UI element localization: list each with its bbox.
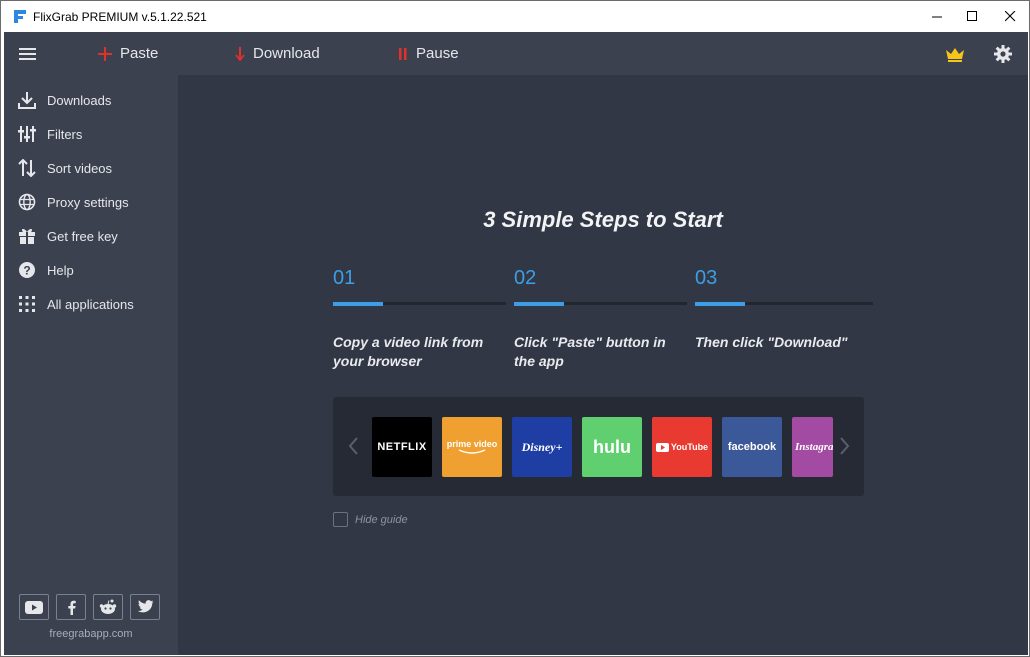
pause-button[interactable]: Pause xyxy=(398,32,459,75)
gift-icon xyxy=(19,228,35,244)
grid-icon xyxy=(19,296,35,312)
menu-button[interactable] xyxy=(17,32,37,75)
step-description: Copy a video link from your browser xyxy=(333,334,484,369)
hide-guide-checkbox[interactable]: Hide guide xyxy=(333,512,408,527)
service-tile-netflix[interactable]: NETFLIX xyxy=(372,417,432,477)
services-carousel: NETFLIX prime video Disney+ hulu YouTube xyxy=(333,397,864,496)
service-name: prime video xyxy=(446,439,498,449)
chevron-right-icon[interactable] xyxy=(838,435,852,457)
main-panel: 3 Simple Steps to Start 01 02 03 Copy a … xyxy=(178,75,1028,655)
step-number: 01 xyxy=(333,267,356,289)
settings-button[interactable] xyxy=(994,32,1012,75)
youtube-link[interactable] xyxy=(19,594,49,620)
paste-button[interactable]: Paste xyxy=(98,32,158,75)
service-tile-youtube[interactable]: YouTube xyxy=(652,417,712,477)
service-name: Disney+ xyxy=(521,439,563,454)
sidebar-item-label: Downloads xyxy=(47,93,112,108)
close-icon xyxy=(1004,11,1015,22)
sidebar-item-downloads[interactable]: Downloads xyxy=(4,84,178,114)
premium-button[interactable] xyxy=(945,32,965,75)
step-number: 03 xyxy=(695,267,718,289)
paste-label: Paste xyxy=(120,45,159,62)
sidebar-item-get-free-key[interactable]: Get free key xyxy=(4,220,178,250)
twitter-icon xyxy=(137,600,153,613)
sidebar-item-sort-videos[interactable]: Sort videos xyxy=(4,152,178,182)
youtube-play-icon xyxy=(655,442,669,452)
step-progress-fill xyxy=(514,302,564,306)
download-button[interactable]: Download xyxy=(235,32,320,75)
reddit-link[interactable] xyxy=(93,594,123,620)
service-tile-instagram[interactable]: Instagram xyxy=(792,417,833,477)
step-description: Click "Paste" button in the app xyxy=(514,334,666,369)
step-progress-fill xyxy=(333,302,383,306)
sidebar-item-label: Help xyxy=(47,263,74,278)
smile-arrow-icon xyxy=(458,449,486,454)
facebook-icon xyxy=(67,600,76,615)
pause-label: Pause xyxy=(416,45,459,62)
sidebar-item-label: All applications xyxy=(47,297,134,312)
globe-icon xyxy=(18,193,36,211)
svg-text:?: ? xyxy=(23,264,30,278)
service-name: Instagram xyxy=(795,441,833,453)
sidebar-item-help[interactable]: ? Help xyxy=(4,254,178,284)
app-window: FlixGrab PREMIUM v.5.1.22.521 Paste Down… xyxy=(0,0,1030,657)
checkbox-box[interactable] xyxy=(333,512,348,527)
service-tile-prime-video[interactable]: prime video xyxy=(442,417,502,477)
minimize-icon xyxy=(931,16,942,18)
service-tile-facebook[interactable]: facebook xyxy=(722,417,782,477)
guide-heading: 3 Simple Steps to Start xyxy=(483,207,723,232)
reddit-icon xyxy=(99,599,117,614)
app-logo-icon xyxy=(14,10,26,23)
sidebar-item-filters[interactable]: Filters xyxy=(4,118,178,148)
service-name: NETFLIX xyxy=(377,441,427,453)
sidebar-item-label: Get free key xyxy=(47,229,118,244)
sidebar-item-label: Sort videos xyxy=(47,161,113,176)
facebook-link[interactable] xyxy=(56,594,86,620)
step-progress-fill xyxy=(695,302,745,306)
download-icon xyxy=(18,92,36,109)
sidebar-item-label: Proxy settings xyxy=(47,195,129,210)
sort-icon xyxy=(18,159,36,177)
service-name: hulu xyxy=(593,436,631,457)
pause-icon xyxy=(399,47,407,60)
twitter-link[interactable] xyxy=(130,594,160,620)
crown-icon xyxy=(946,47,964,62)
service-tile-hulu[interactable]: hulu xyxy=(582,417,642,477)
title-bar: FlixGrab PREMIUM v.5.1.22.521 xyxy=(1,1,1029,32)
sidebar-item-proxy-settings[interactable]: Proxy settings xyxy=(4,186,178,216)
service-tile-disney-plus[interactable]: Disney+ xyxy=(512,417,572,477)
minimize-button[interactable] xyxy=(918,1,956,32)
toolbar: Paste Download Pause xyxy=(4,32,1028,75)
maximize-icon xyxy=(966,11,977,21)
hamburger-icon xyxy=(19,47,36,60)
download-label: Download xyxy=(253,45,320,62)
chevron-left-icon[interactable] xyxy=(346,435,360,457)
close-button[interactable] xyxy=(991,1,1029,32)
maximize-button[interactable] xyxy=(953,1,991,32)
plus-icon xyxy=(98,46,112,61)
service-name: facebook xyxy=(727,441,777,453)
sidebar-item-label: Filters xyxy=(47,127,83,142)
gear-icon xyxy=(994,44,1012,63)
sidebar-item-all-applications[interactable]: All applications xyxy=(4,288,178,318)
step-description: Then click "Download" xyxy=(695,334,848,350)
filters-icon xyxy=(18,126,36,142)
step-number: 02 xyxy=(514,267,537,289)
arrow-down-icon xyxy=(235,46,245,61)
youtube-icon xyxy=(25,600,43,614)
hide-guide-label: Hide guide xyxy=(355,513,408,526)
sidebar: Downloads Filters Sort videos Proxy sett… xyxy=(4,75,178,655)
window-title: FlixGrab PREMIUM v.5.1.22.521 xyxy=(33,10,207,24)
service-name: YouTube xyxy=(670,442,709,452)
help-icon: ? xyxy=(19,262,35,278)
site-link[interactable]: freegrabapp.com xyxy=(4,628,178,640)
